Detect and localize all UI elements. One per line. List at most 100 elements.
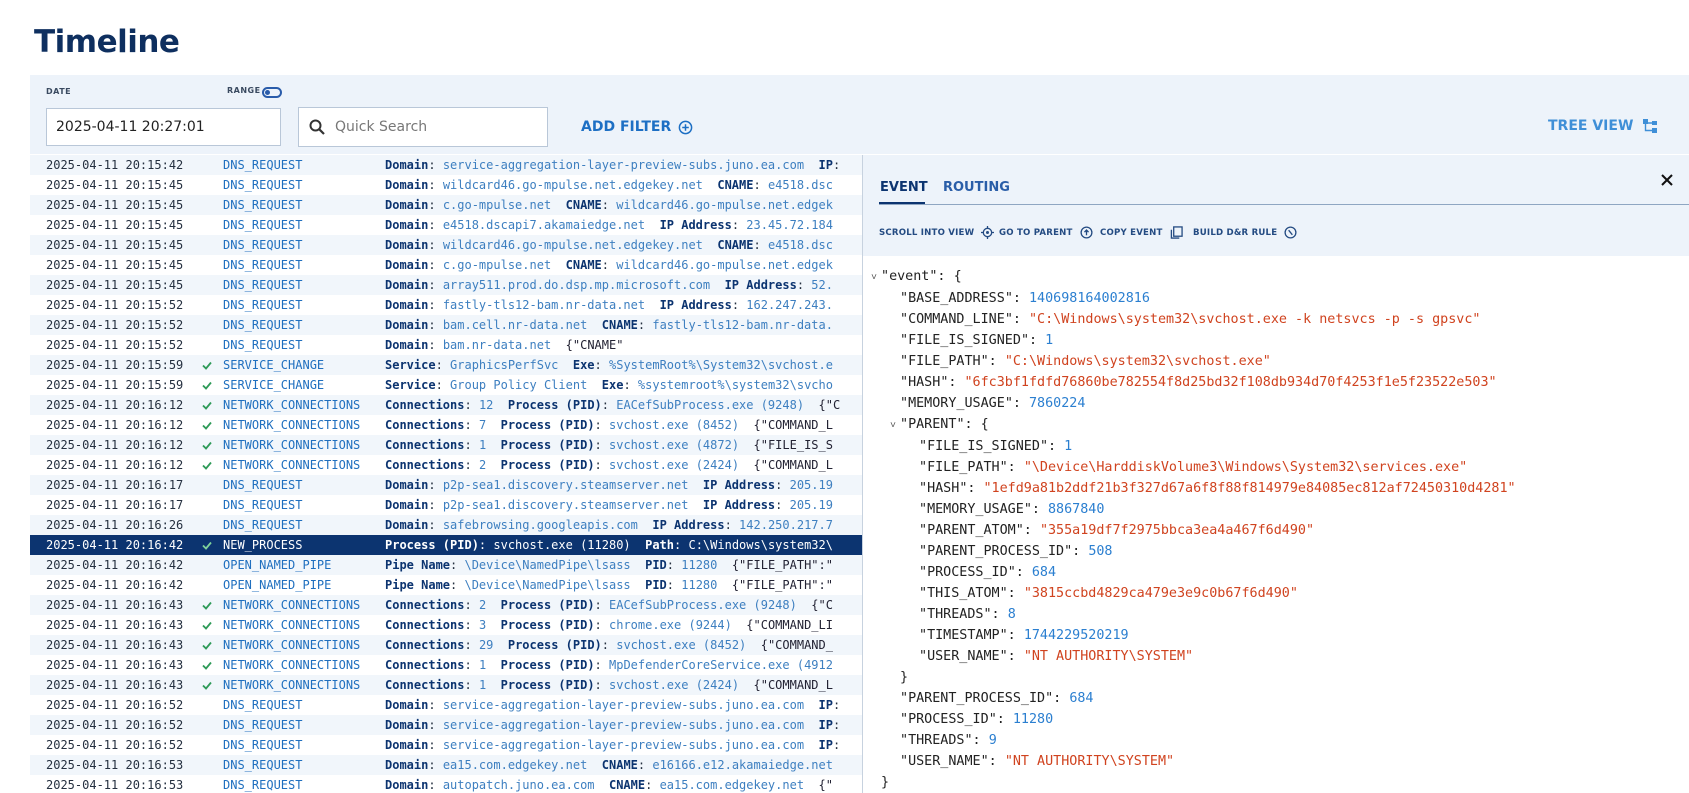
table-row[interactable]: 2025-04-11 20:15:52 DNS_REQUEST Domain: ba…: [30, 335, 862, 355]
event-summary: Domain: service-aggregation-layer-previe…: [385, 158, 848, 172]
event-type[interactable]: NETWORK_CONNECTIONS: [223, 595, 360, 615]
event-type[interactable]: DNS_REQUEST: [223, 715, 302, 735]
event-timestamp: 2025-04-11 20:15:42: [46, 158, 184, 172]
go-to-parent-button[interactable]: GO TO PARENT: [999, 226, 1093, 239]
table-row[interactable]: 2025-04-11 20:16:17 DNS_REQUEST Domain: p2…: [30, 495, 862, 515]
event-type[interactable]: DNS_REQUEST: [223, 335, 302, 355]
table-row[interactable]: 2025-04-11 20:16:42 OPEN_NAMED_PIPE Pipe N…: [30, 555, 862, 575]
event-type[interactable]: DNS_REQUEST: [223, 735, 302, 755]
event-type[interactable]: NETWORK_CONNECTIONS: [223, 635, 360, 655]
table-row[interactable]: 2025-04-11 20:15:52 DNS_REQUEST Domain: ba…: [30, 315, 862, 335]
table-row[interactable]: 2025-04-11 20:16:43 NETWORK_CONNECTIONS Co…: [30, 615, 862, 635]
table-row[interactable]: 2025-04-11 20:16:52 DNS_REQUEST Domain: se…: [30, 735, 862, 755]
table-row[interactable]: 2025-04-11 20:16:43 NETWORK_CONNECTIONS Co…: [30, 655, 862, 675]
event-type[interactable]: DNS_REQUEST: [223, 295, 302, 315]
date-label: DATE: [46, 87, 72, 96]
close-icon[interactable]: [1659, 172, 1675, 188]
tab-event[interactable]: EVENT: [880, 180, 928, 195]
table-row[interactable]: 2025-04-11 20:16:43 NETWORK_CONNECTIONS Co…: [30, 595, 862, 615]
table-row[interactable]: 2025-04-11 20:16:26 DNS_REQUEST Domain: sa…: [30, 515, 862, 535]
json-value: 1744229520219: [1023, 628, 1129, 643]
arrow-up-circle-icon: [1080, 226, 1093, 239]
add-filter-label: ADD FILTER: [581, 119, 672, 135]
field-value: e4518.dsc: [767, 238, 833, 252]
table-row[interactable]: 2025-04-11 20:16:12 NETWORK_CONNECTIONS Co…: [30, 435, 862, 455]
event-timestamp: 2025-04-11 20:16:43: [46, 598, 184, 612]
table-row[interactable]: 2025-04-11 20:16:42 OPEN_NAMED_PIPE Pipe N…: [30, 575, 862, 595]
event-type[interactable]: NETWORK_CONNECTIONS: [223, 615, 360, 635]
event-type[interactable]: DNS_REQUEST: [223, 755, 302, 775]
event-type[interactable]: DNS_REQUEST: [223, 315, 302, 335]
table-row[interactable]: 2025-04-11 20:15:45 DNS_REQUEST Domain: wi…: [30, 235, 862, 255]
event-type[interactable]: DNS_REQUEST: [223, 275, 302, 295]
quick-search[interactable]: [298, 107, 548, 147]
date-field[interactable]: 2025-04-11 20:27:01: [46, 108, 281, 146]
event-type[interactable]: DNS_REQUEST: [223, 155, 302, 175]
table-row[interactable]: 2025-04-11 20:16:53 DNS_REQUEST Domain: ea…: [30, 755, 862, 775]
table-row[interactable]: 2025-04-11 20:16:12 NETWORK_CONNECTIONS Co…: [30, 395, 862, 415]
event-type[interactable]: DNS_REQUEST: [223, 235, 302, 255]
event-type[interactable]: NETWORK_CONNECTIONS: [223, 435, 360, 455]
table-row[interactable]: 2025-04-11 20:15:59 SERVICE_CHANGE Service…: [30, 355, 862, 375]
table-row[interactable]: 2025-04-11 20:16:52 DNS_REQUEST Domain: se…: [30, 695, 862, 715]
table-row[interactable]: 2025-04-11 20:15:45 DNS_REQUEST Domain: ar…: [30, 275, 862, 295]
tree-view-button[interactable]: TREE VIEW: [1548, 118, 1658, 134]
json-line: "BASE_ADDRESS": 140698164002816: [900, 291, 1150, 306]
tab-routing[interactable]: ROUTING: [943, 180, 1010, 195]
chevron-down-icon[interactable]: ˅: [871, 267, 881, 288]
table-row[interactable]: 2025-04-11 20:15:45 DNS_REQUEST Domain: c.…: [30, 195, 862, 215]
table-row[interactable]: 2025-04-11 20:16:17 DNS_REQUEST Domain: p2…: [30, 475, 862, 495]
event-summary: Domain: service-aggregation-layer-previe…: [385, 738, 848, 752]
event-type[interactable]: OPEN_NAMED_PIPE: [223, 555, 331, 575]
event-timestamp: 2025-04-11 20:16:42: [46, 538, 184, 552]
event-type[interactable]: DNS_REQUEST: [223, 775, 302, 793]
table-row[interactable]: 2025-04-11 20:15:45 DNS_REQUEST Domain: wi…: [30, 175, 862, 195]
event-type[interactable]: DNS_REQUEST: [223, 515, 302, 535]
event-type[interactable]: NETWORK_CONNECTIONS: [223, 415, 360, 435]
range-toggle[interactable]: [262, 87, 282, 98]
table-row[interactable]: 2025-04-11 20:16:12 NETWORK_CONNECTIONS Co…: [30, 415, 862, 435]
build-dr-rule-button[interactable]: BUILD D&R RULE: [1193, 226, 1297, 239]
event-type[interactable]: DNS_REQUEST: [223, 475, 302, 495]
table-row[interactable]: 2025-04-11 20:15:52 DNS_REQUEST Domain: fa…: [30, 295, 862, 315]
event-type[interactable]: NETWORK_CONNECTIONS: [223, 395, 360, 415]
table-row[interactable]: 2025-04-11 20:16:43 NETWORK_CONNECTIONS Co…: [30, 675, 862, 695]
field-key: Process (PID): [500, 678, 595, 692]
event-type[interactable]: NETWORK_CONNECTIONS: [223, 655, 360, 675]
event-type[interactable]: DNS_REQUEST: [223, 175, 302, 195]
event-type[interactable]: NEW_PROCESS: [223, 535, 302, 555]
table-row[interactable]: 2025-04-11 20:15:59 SERVICE_CHANGE Service…: [30, 375, 862, 395]
table-row[interactable]: 2025-04-11 20:16:52 DNS_REQUEST Domain: se…: [30, 715, 862, 735]
field-value: service-aggregation-layer-preview-subs.j…: [442, 698, 805, 712]
event-type[interactable]: NETWORK_CONNECTIONS: [223, 675, 360, 695]
scroll-into-view-button[interactable]: SCROLL INTO VIEW: [879, 226, 995, 239]
check-icon: [202, 621, 212, 630]
event-type[interactable]: SERVICE_CHANGE: [223, 375, 324, 395]
table-row[interactable]: 2025-04-11 20:15:45 DNS_REQUEST Domain: e4…: [30, 215, 862, 235]
add-filter-button[interactable]: ADD FILTER: [581, 119, 693, 135]
event-type[interactable]: SERVICE_CHANGE: [223, 355, 324, 375]
table-row[interactable]: 2025-04-11 20:15:45 DNS_REQUEST Domain: c.…: [30, 255, 862, 275]
event-type[interactable]: OPEN_NAMED_PIPE: [223, 575, 331, 595]
table-row[interactable]: 2025-04-11 20:16:43 NETWORK_CONNECTIONS Co…: [30, 635, 862, 655]
event-summary: Service: GraphicsPerfSvc Exe: %SystemRoo…: [385, 358, 833, 372]
search-input[interactable]: [335, 108, 535, 146]
event-type[interactable]: NETWORK_CONNECTIONS: [223, 455, 360, 475]
event-type[interactable]: DNS_REQUEST: [223, 195, 302, 215]
copy-event-button[interactable]: COPY EVENT: [1100, 226, 1183, 239]
raw-json-preview: {"COMMAND_L: [753, 678, 833, 692]
table-row[interactable]: 2025-04-11 20:15:42 DNS_REQUEST Domain: se…: [30, 155, 862, 175]
field-value: c.go-mpulse.net: [442, 198, 552, 212]
field-key: Domain: [385, 318, 429, 332]
table-row[interactable]: 2025-04-11 20:16:42 NEW_PROCESS Process (P…: [30, 535, 862, 555]
table-row[interactable]: 2025-04-11 20:16:53 DNS_REQUEST Domain: au…: [30, 775, 862, 793]
chevron-down-icon[interactable]: ˅: [890, 415, 900, 436]
json-key: HASH: [908, 375, 941, 390]
event-timestamp: 2025-04-11 20:15:52: [46, 298, 184, 312]
event-type[interactable]: DNS_REQUEST: [223, 255, 302, 275]
event-type[interactable]: DNS_REQUEST: [223, 695, 302, 715]
field-key: Connections: [385, 658, 465, 672]
event-type[interactable]: DNS_REQUEST: [223, 495, 302, 515]
event-type[interactable]: DNS_REQUEST: [223, 215, 302, 235]
table-row[interactable]: 2025-04-11 20:16:12 NETWORK_CONNECTIONS Co…: [30, 455, 862, 475]
